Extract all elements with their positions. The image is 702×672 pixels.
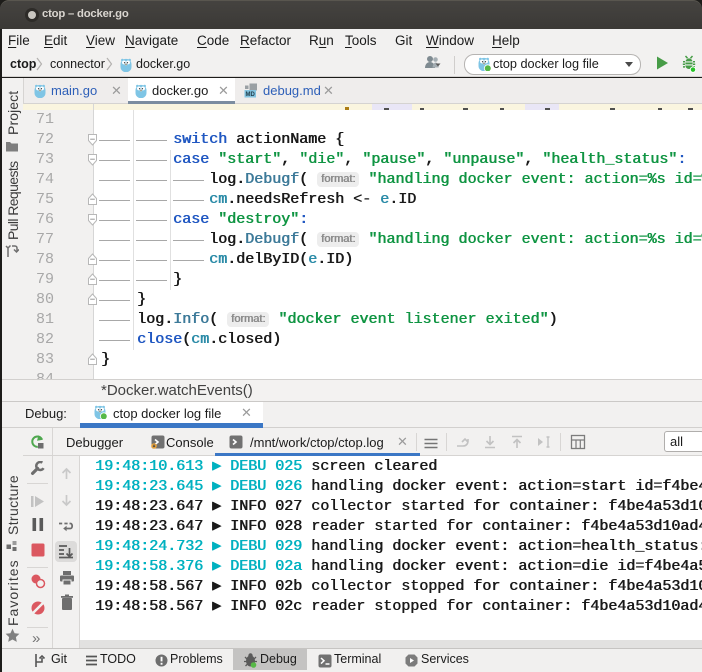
svg-text:MD: MD <box>246 92 256 98</box>
